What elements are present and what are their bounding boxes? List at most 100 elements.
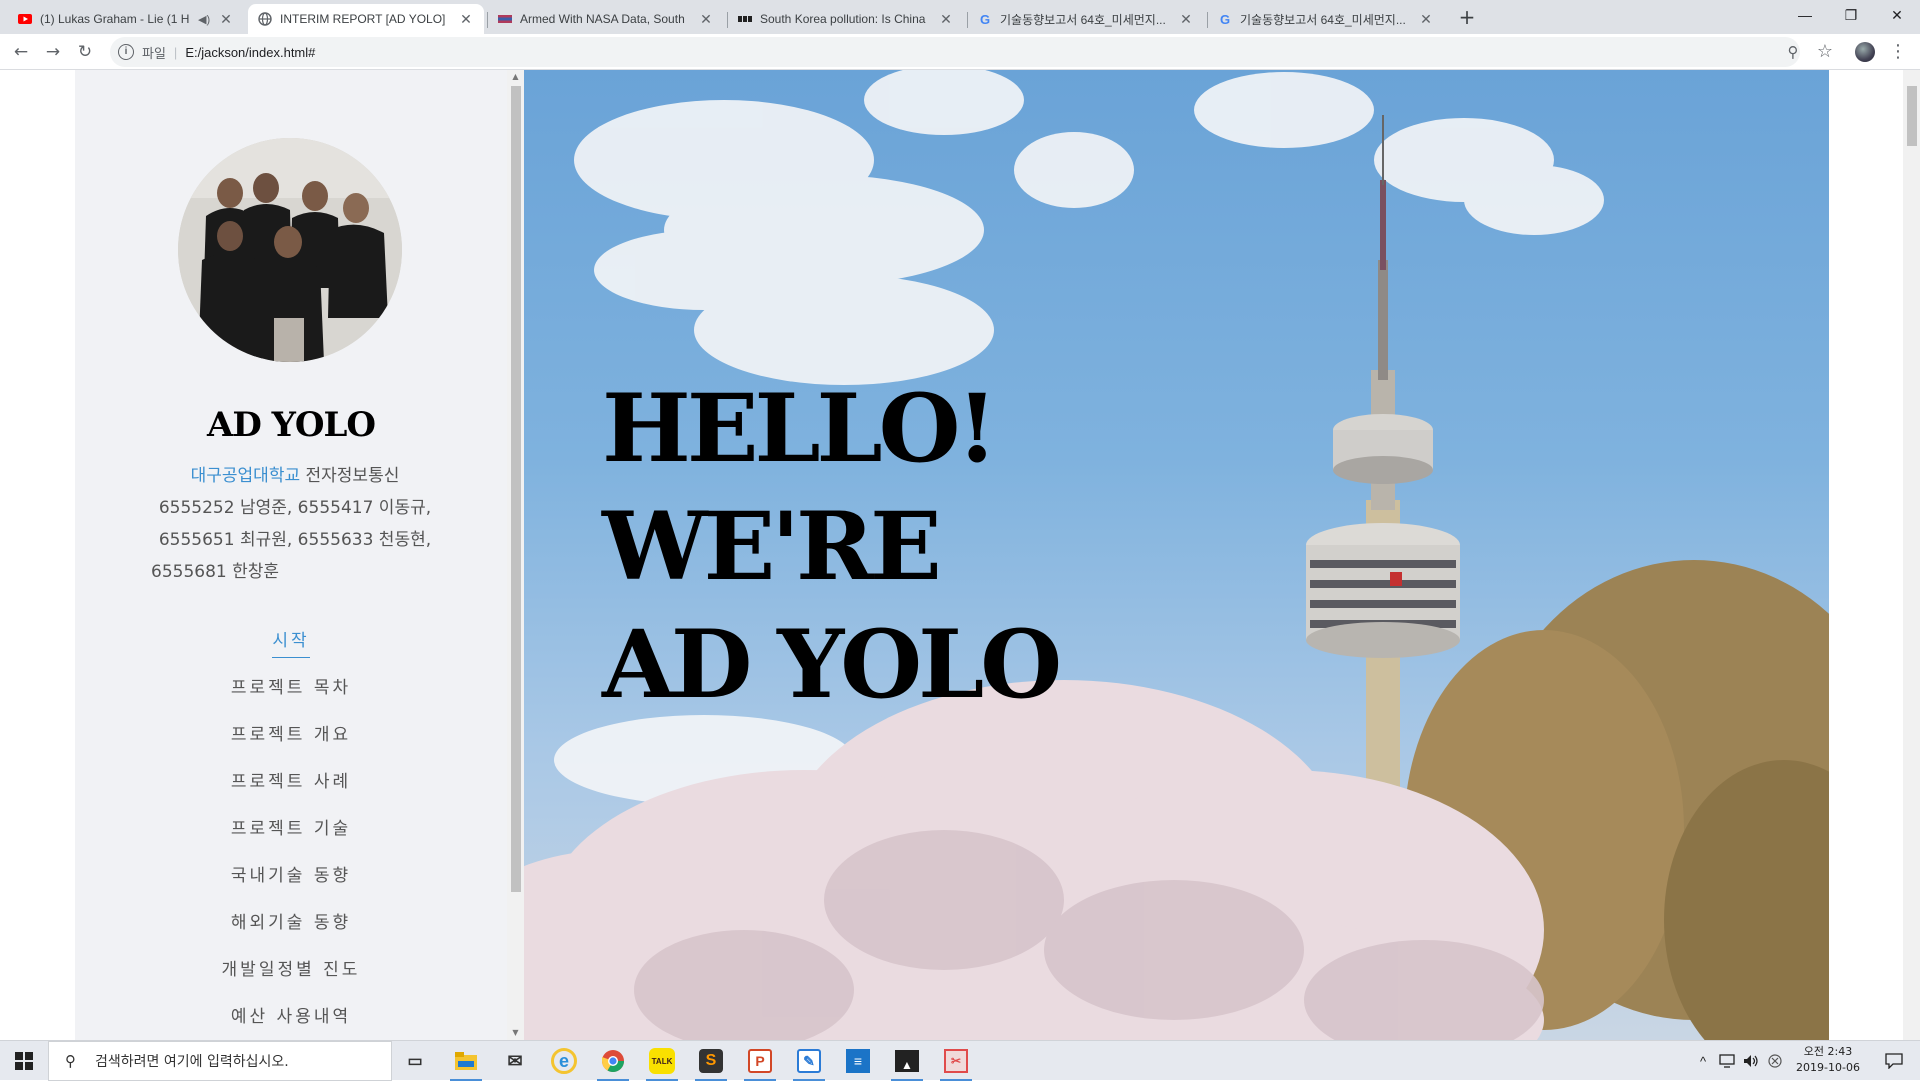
close-tab-icon[interactable]: ✕	[218, 11, 234, 28]
mail-icon[interactable]: ✉	[499, 1045, 531, 1077]
bookmark-star-icon[interactable]: ☆	[1813, 40, 1837, 64]
scroll-down-icon[interactable]: ▼	[507, 1026, 524, 1040]
tab-youtube[interactable]: (1) Lukas Graham - Lie (1 H ◀) ✕	[8, 4, 244, 34]
taskbar-search[interactable]: ⚲ 검색하려면 여기에 입력하십시오.	[48, 1041, 392, 1081]
speaker-icon[interactable]: ◀)	[198, 13, 212, 26]
info-icon[interactable]: i	[118, 44, 134, 60]
tab-google-doc-2[interactable]: G 기술동향보고서 64호_미세먼지... ✕	[1208, 4, 1444, 34]
school-link[interactable]: 대구공업대학교	[191, 466, 300, 486]
sidebar-scrollbar[interactable]: ▲ ▼	[507, 70, 524, 1040]
ie-glyph: e	[551, 1048, 577, 1074]
department-text: 전자정보통신	[300, 466, 400, 486]
scheme-label: 파일	[142, 45, 166, 61]
menu-item-technology[interactable]: 프로젝트 기술	[75, 806, 507, 853]
sublime-icon[interactable]: S	[695, 1045, 727, 1081]
zoom-icon[interactable]: ⚲	[1781, 40, 1805, 64]
hero-line: HELLO!	[602, 374, 998, 484]
menu-icon[interactable]: ⋮	[1886, 40, 1910, 64]
close-window-button[interactable]: ✕	[1874, 0, 1920, 30]
sublime-glyph: S	[699, 1049, 723, 1073]
browser-toolbar: ← → ↻ i 파일 | E:/jackson/index.html# ⚲ ☆ …	[0, 34, 1920, 70]
tab-title: 기술동향보고서 64호_미세먼지...	[1000, 12, 1166, 27]
network-icon[interactable]	[1716, 1041, 1738, 1081]
new-tab-button[interactable]: +	[1455, 6, 1479, 30]
google-icon: G	[979, 11, 991, 27]
close-tab-icon[interactable]: ✕	[458, 11, 474, 28]
members-line: 6555681 한창훈	[151, 562, 280, 582]
ie-icon[interactable]: e	[548, 1045, 580, 1077]
tab-bbc[interactable]: South Korea pollution: Is China ✕	[728, 4, 964, 34]
brand-title: AD YOLO	[206, 405, 376, 445]
file-explorer-icon[interactable]	[450, 1045, 482, 1081]
members-line: 6555252 남영준, 6555417 이동규,	[158, 498, 432, 518]
windows-taskbar: ⚲ 검색하려면 여기에 입력하십시오. ▭ ✉ e TALK S P ✎ ≡ ▲…	[0, 1040, 1920, 1081]
system-clock[interactable]: 오전 2:43 2019-10-06	[1788, 1044, 1868, 1076]
tab-title: (1) Lukas Graham - Lie (1 H	[40, 12, 190, 26]
maximize-button[interactable]: ❐	[1828, 0, 1874, 30]
menu-item-contents[interactable]: 프로젝트 목차	[75, 665, 507, 712]
menu-item-overview[interactable]: 프로젝트 개요	[75, 712, 507, 759]
forward-button[interactable]: →	[41, 40, 65, 64]
menu-item-label: 해외기술 동향	[230, 913, 352, 933]
url-text[interactable]: E:/jackson/index.html#	[185, 45, 315, 60]
menu-item-budget[interactable]: 예산 사용내역	[75, 994, 507, 1040]
chrome-icon[interactable]	[597, 1045, 629, 1081]
photos-icon[interactable]: ▲	[891, 1045, 923, 1081]
close-tab-icon[interactable]: ✕	[698, 11, 714, 28]
scrollbar-thumb[interactable]	[1907, 86, 1917, 146]
profile-avatar[interactable]	[1855, 42, 1875, 62]
menu-item-progress[interactable]: 개발일정별 진도	[75, 947, 507, 994]
address-bar[interactable]: i 파일 | E:/jackson/index.html#	[110, 37, 1800, 67]
menu-item-cases[interactable]: 프로젝트 사례	[75, 759, 507, 806]
editor-icon[interactable]: ✎	[793, 1045, 825, 1081]
bbc-icon	[738, 12, 752, 26]
tab-google-doc-1[interactable]: G 기술동향보고서 64호_미세먼지... ✕	[968, 4, 1204, 34]
youtube-icon	[18, 12, 32, 26]
sidebar: AD YOLO 대구공업대학교 전자정보통신 6555252 남영준, 6555…	[75, 70, 524, 1040]
snipping-icon[interactable]: ✂	[940, 1045, 972, 1081]
tab-title: Armed With NASA Data, South	[520, 12, 685, 26]
notification-icon[interactable]	[1874, 1041, 1914, 1081]
tab-interim-report[interactable]: INTERIM REPORT [AD YOLO] ✕	[248, 4, 484, 34]
menu-item-label: 시작	[272, 631, 310, 658]
menu-item-label: 프로젝트 목차	[230, 678, 352, 698]
site-icon	[498, 12, 512, 26]
menu-item-overseas-trends[interactable]: 해외기술 동향	[75, 900, 507, 947]
hero-line: AD YOLO	[602, 610, 1062, 720]
tray-expand-icon[interactable]: ^	[1694, 1041, 1712, 1081]
scroll-up-icon[interactable]: ▲	[507, 70, 524, 84]
task-view-icon[interactable]: ▭	[399, 1045, 431, 1077]
close-tab-icon[interactable]: ✕	[1178, 11, 1194, 28]
ime-status-icon[interactable]	[1764, 1041, 1786, 1081]
search-placeholder: 검색하려면 여기에 입력하십시오.	[95, 1054, 289, 1070]
tab-strip: (1) Lukas Graham - Lie (1 H ◀) ✕ INTERIM…	[0, 0, 1920, 34]
tab-title: South Korea pollution: Is China	[760, 12, 926, 26]
members-line: 6555651 최규원, 6555633 천동현,	[158, 530, 432, 550]
team-photo	[178, 138, 402, 362]
menu-item-label: 예산 사용내역	[230, 1007, 352, 1027]
clock-date: 2019-10-06	[1796, 1061, 1860, 1074]
close-tab-icon[interactable]: ✕	[1418, 11, 1434, 28]
tab-title: INTERIM REPORT [AD YOLO]	[280, 12, 446, 26]
volume-icon[interactable]	[1740, 1041, 1762, 1081]
close-tab-icon[interactable]: ✕	[938, 11, 954, 28]
tab-nasa[interactable]: Armed With NASA Data, South ✕	[488, 4, 724, 34]
menu-item-start[interactable]: 시작	[75, 618, 507, 665]
hero-heading: HELLO! WE'RE AD YOLO	[602, 370, 1062, 724]
page-viewport: AD YOLO 대구공업대학교 전자정보통신 6555252 남영준, 6555…	[0, 70, 1920, 1040]
editor-glyph: ✎	[797, 1049, 821, 1073]
start-button[interactable]	[0, 1041, 48, 1081]
menu-item-domestic-trends[interactable]: 국내기술 동향	[75, 853, 507, 900]
app-icon[interactable]: ≡	[842, 1045, 874, 1077]
scrollbar-thumb[interactable]	[511, 86, 521, 892]
app-glyph: ≡	[846, 1049, 870, 1073]
minimize-button[interactable]: —	[1782, 0, 1828, 30]
kakaotalk-icon[interactable]: TALK	[646, 1045, 678, 1081]
clock-time: 오전 2:43	[1803, 1045, 1853, 1058]
search-icon: ⚲	[65, 1052, 76, 1070]
back-button[interactable]: ←	[9, 40, 33, 64]
menu-item-label: 국내기술 동향	[230, 866, 352, 886]
page-scrollbar[interactable]	[1903, 70, 1920, 1040]
powerpoint-icon[interactable]: P	[744, 1045, 776, 1081]
reload-button[interactable]: ↻	[73, 40, 97, 64]
